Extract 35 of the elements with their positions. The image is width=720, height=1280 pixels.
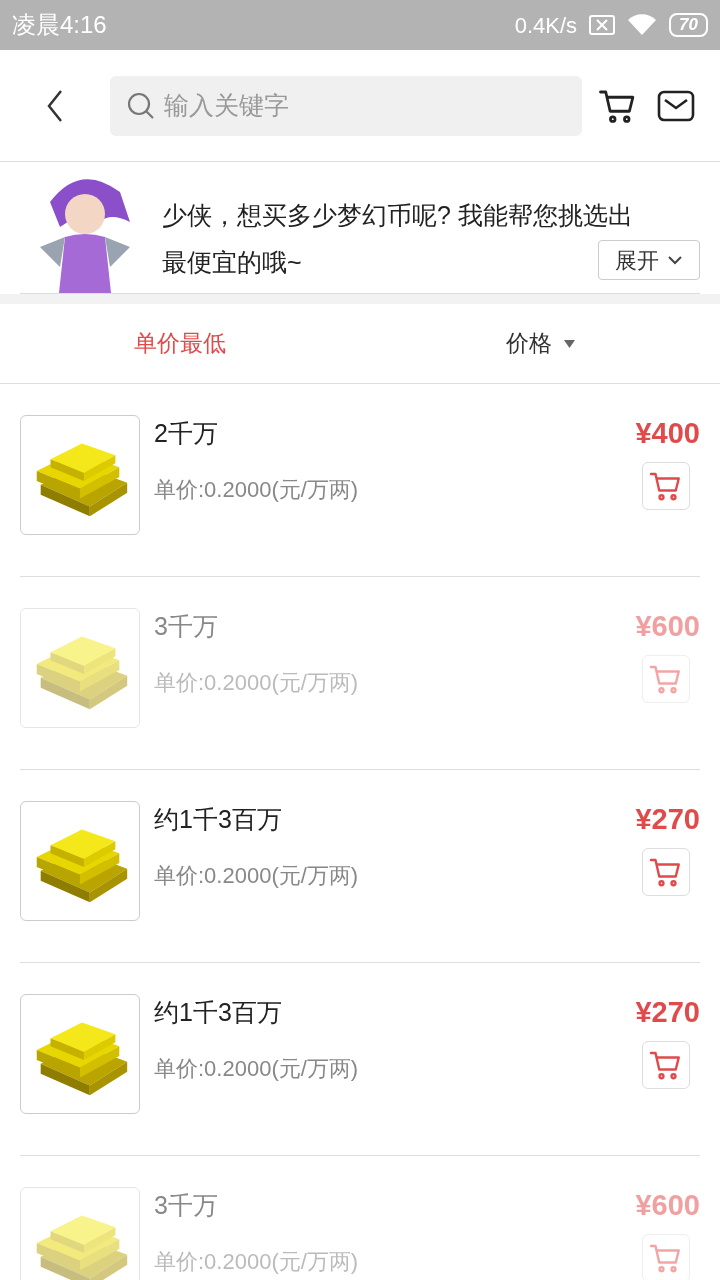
expand-button[interactable]: 展开 xyxy=(598,240,700,280)
unit-price: 单价:0.2000(元/万两) xyxy=(154,669,360,697)
price: ¥600 xyxy=(635,1188,700,1223)
network-speed: 0.4K/s xyxy=(514,11,578,40)
add-to-cart-button[interactable] xyxy=(642,848,690,896)
sort-tab[interactable]: 价格 xyxy=(360,304,720,383)
product-title: 约1千3百万 xyxy=(154,997,283,1028)
price: ¥270 xyxy=(635,995,700,1030)
product-title: 约1千3百万 xyxy=(154,804,283,835)
unit-price: 单价:0.2000(元/万两) xyxy=(154,1055,360,1083)
product-row[interactable]: 约1千3百万 单价:0.2000(元/万两) ¥270 xyxy=(20,770,700,963)
search-field[interactable]: 输入关键字 xyxy=(110,75,582,136)
product-title: 3千万 xyxy=(154,1190,219,1221)
add-to-cart-button[interactable] xyxy=(642,1041,690,1089)
wifi-icon xyxy=(627,14,658,36)
price: ¥600 xyxy=(635,609,700,644)
add-to-cart-button[interactable] xyxy=(642,462,690,510)
product-row[interactable]: 约1千3百万 单价:0.2000(元/万两) ¥270 xyxy=(20,963,700,1156)
product-title: 3千万 xyxy=(154,611,219,642)
search-icon xyxy=(126,90,156,121)
message-line: 最便宜的哦~ xyxy=(162,247,302,278)
message-line: 少侠，想买多少梦幻币呢? 我能帮您挑选出 xyxy=(162,200,633,231)
unit-price: 单价:0.2000(元/万两) xyxy=(154,476,360,504)
chevron-down-icon xyxy=(667,255,683,265)
sort-tab[interactable]: 单价最低 xyxy=(0,304,360,383)
status-time: 凌晨4:16 xyxy=(12,10,107,40)
unit-price: 单价:0.2000(元/万两) xyxy=(154,862,360,890)
sim-x-icon xyxy=(589,15,616,35)
price: ¥270 xyxy=(635,802,700,837)
unit-price: 单价:0.2000(元/万两) xyxy=(154,1248,360,1276)
product-row[interactable]: 2千万 单价:0.2000(元/万两) ¥400 xyxy=(20,384,700,577)
product-title: 2千万 xyxy=(154,418,219,449)
mail-icon xyxy=(657,89,695,122)
price: ¥400 xyxy=(635,416,700,451)
battery-indicator: 70 xyxy=(669,13,708,37)
